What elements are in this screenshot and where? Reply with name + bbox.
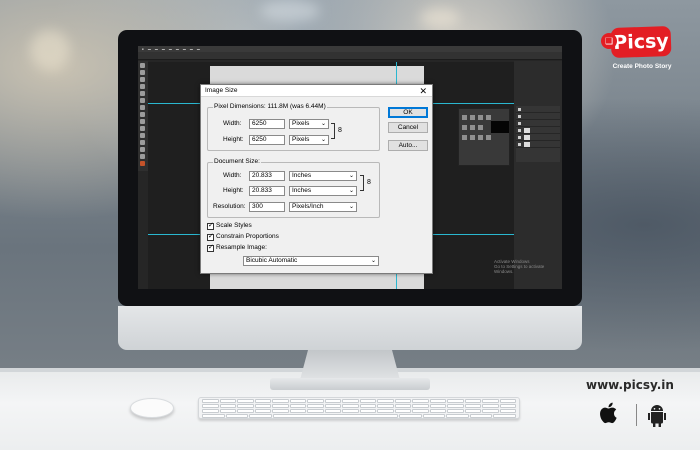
- doc-width-label: Width:: [223, 172, 242, 179]
- chevron-down-icon: ⌄: [370, 258, 376, 264]
- ps-layers-panel[interactable]: [516, 106, 560, 162]
- chevron-down-icon: ⌄: [348, 188, 354, 194]
- pixel-height-unit: Pixels: [292, 136, 310, 143]
- ok-button[interactable]: OK: [388, 107, 428, 118]
- chevron-down-icon: ⌄: [348, 204, 354, 210]
- apple-icon[interactable]: [598, 400, 620, 434]
- doc-height-unit: Inches: [292, 187, 312, 194]
- bokeh-light: [420, 8, 460, 28]
- pixel-width-input[interactable]: 6250: [249, 119, 285, 129]
- logo-wordmark: Picsy: [610, 25, 672, 59]
- scale-styles-checkbox[interactable]: [207, 222, 214, 230]
- ps-layer-row[interactable]: [516, 113, 560, 120]
- ps-layer-row[interactable]: [516, 134, 560, 141]
- pixel-height-input[interactable]: 6250: [249, 135, 285, 145]
- chevron-down-icon: ⌄: [320, 121, 326, 127]
- monitor-chin: [118, 306, 582, 350]
- resample-image-checkbox[interactable]: [207, 244, 214, 252]
- book-icon: ❑: [601, 33, 617, 49]
- watermark-line: Go to Settings to activate Windows.: [494, 264, 545, 274]
- ps-toolbar[interactable]: [138, 61, 148, 171]
- resample-method: Bicubic Automatic: [246, 257, 298, 264]
- link-icon: 8: [367, 179, 371, 186]
- document-size-label: Document Size:: [213, 158, 261, 166]
- ps-layer-row[interactable]: [516, 141, 560, 148]
- ps-swatch-preview: [491, 121, 509, 133]
- resample-method-select[interactable]: Bicubic Automatic ⌄: [243, 256, 379, 266]
- monitor-stand-neck: [300, 350, 400, 380]
- pixel-width-unit: Pixels: [292, 120, 310, 127]
- ps-layer-row[interactable]: [516, 127, 560, 134]
- resolution-input[interactable]: 300: [249, 202, 285, 212]
- resolution-label: Resolution:: [213, 203, 246, 210]
- bokeh-light: [260, 0, 320, 22]
- bokeh-light: [30, 30, 70, 70]
- doc-height-label: Height:: [223, 187, 244, 194]
- cancel-button[interactable]: Cancel: [388, 122, 428, 133]
- pixel-height-unit-select[interactable]: Pixels ⌄: [289, 135, 329, 145]
- doc-link-bracket: [360, 175, 364, 191]
- ps-layer-row[interactable]: [516, 120, 560, 127]
- constrain-proportions-label[interactable]: Constrain Proportions: [216, 233, 279, 241]
- scale-styles-label[interactable]: Scale Styles: [216, 222, 252, 230]
- ps-options-bar[interactable]: [138, 52, 562, 60]
- resolution-unit-select[interactable]: Pixels/Inch ⌄: [289, 202, 357, 212]
- ps-layer-row[interactable]: [516, 106, 560, 113]
- link-icon: 8: [338, 127, 342, 134]
- resample-image-label[interactable]: Resample Image:: [216, 244, 267, 252]
- pixel-dimensions-label: Pixel Dimensions: 111.8M (was 6.44M): [213, 103, 327, 111]
- dialog-title-bar[interactable]: Image Size ✕: [201, 85, 432, 97]
- ps-adjustments-panel[interactable]: [458, 108, 510, 166]
- ps-right-panels[interactable]: [514, 61, 562, 289]
- android-icon[interactable]: [646, 404, 668, 428]
- app-store-badges: [596, 400, 676, 430]
- store-divider: [636, 404, 637, 426]
- doc-width-input[interactable]: 20.833: [249, 171, 285, 181]
- pixel-height-label: Height:: [223, 136, 244, 143]
- pixel-width-unit-select[interactable]: Pixels ⌄: [289, 119, 329, 129]
- chevron-down-icon: ⌄: [320, 137, 326, 143]
- auto-button[interactable]: Auto...: [388, 140, 428, 151]
- close-icon[interactable]: ✕: [419, 85, 427, 97]
- monitor-stand-foot: [270, 378, 430, 390]
- website-url[interactable]: www.picsy.in: [586, 378, 674, 392]
- brand-tagline: Create Photo Story: [612, 63, 672, 70]
- doc-height-input[interactable]: 20.833: [249, 186, 285, 196]
- dialog-title: Image Size: [205, 87, 238, 94]
- mouse: [130, 398, 174, 418]
- picsy-logo: Picsy ❑: [601, 25, 672, 61]
- keyboard: [198, 397, 520, 419]
- constrain-proportions-checkbox[interactable]: [207, 233, 214, 241]
- activate-windows-watermark: Activate Windows Go to Settings to activ…: [494, 259, 562, 274]
- pixel-link-bracket: [331, 123, 335, 139]
- doc-width-unit: Inches: [292, 172, 312, 179]
- chevron-down-icon: ⌄: [348, 173, 354, 179]
- resolution-unit: Pixels/Inch: [292, 203, 324, 210]
- pixel-width-label: Width:: [223, 120, 242, 127]
- doc-width-unit-select[interactable]: Inches ⌄: [289, 171, 357, 181]
- doc-height-unit-select[interactable]: Inches ⌄: [289, 186, 357, 196]
- image-size-dialog: Image Size ✕ Pixel Dimensions: 111.8M (w…: [200, 84, 433, 274]
